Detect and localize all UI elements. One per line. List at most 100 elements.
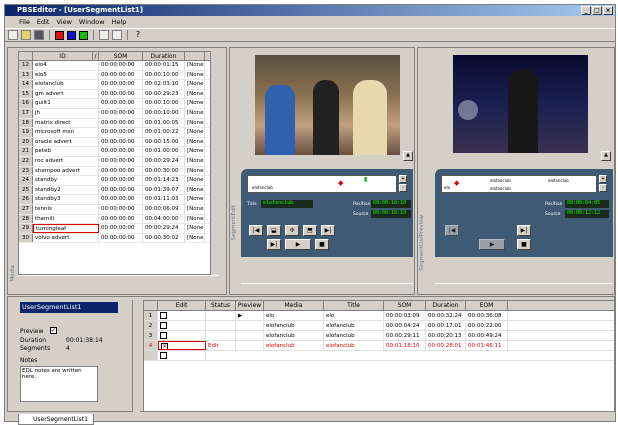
preview-go-start-button[interactable]: |◀: [445, 225, 459, 236]
edl-new-row[interactable]: [144, 351, 614, 361]
blue-color-button[interactable]: [67, 30, 76, 40]
eject-button[interactable]: ▲: [403, 151, 413, 161]
edl-row-edit[interactable]: [158, 321, 206, 330]
edl-row-preview[interactable]: [236, 321, 264, 330]
edl-row-edit[interactable]: [158, 311, 206, 320]
edl-row[interactable]: 2 elofanclub elofanclub 00:00:04:24 00:00:17…: [144, 321, 614, 331]
table-row[interactable]: 24 standby 00:00:00:00 00:01:14:23 [None: [19, 176, 218, 186]
edl-row-edit[interactable]: [158, 331, 206, 340]
edit-checkbox[interactable]: [160, 332, 167, 339]
menu-window[interactable]: Window: [79, 17, 105, 27]
table-row[interactable]: 28 themill 00:00:00:00 00:04:00:00 [None: [19, 214, 218, 225]
open-folder-icon[interactable]: [21, 30, 31, 40]
menu-edit[interactable]: Edit: [37, 17, 50, 27]
table-row[interactable]: 19 microsoft msn 00:00:00:00 00:01:00:22 [No…: [19, 128, 218, 138]
menu-help[interactable]: Help: [112, 17, 127, 27]
table-row[interactable]: 20 oracle advert 00:00:00:00 00:00:15:00 [No…: [19, 137, 218, 148]
edl-row[interactable]: 4 ✕ Edit elofanclub elofanclub 00:01:18:10 00:…: [144, 341, 614, 351]
table-row[interactable]: 16 guilt1 00:00:00:00 00:00:10:00 [None: [19, 99, 218, 109]
grid-view-icon[interactable]: [112, 30, 122, 40]
preview-stop-button[interactable]: ■: [517, 239, 531, 250]
edl-row-preview[interactable]: [236, 341, 264, 350]
header-duration[interactable]: Duration: [143, 52, 185, 60]
table-row[interactable]: 13 elo5 00:00:00:00 00:00:10:00 [None: [19, 70, 218, 81]
edl-row-preview[interactable]: [236, 331, 264, 340]
edl-row[interactable]: 3 elofanclub elofanclub 00:00:29:11 00:00:20…: [144, 331, 614, 341]
preview-playhead-marker[interactable]: ◆: [454, 179, 459, 187]
edl-new-row-edit[interactable]: [158, 351, 206, 360]
menu-file[interactable]: File: [19, 17, 30, 27]
segment-list-scrollbar[interactable]: [210, 51, 219, 275]
go-end-button[interactable]: ▶|: [321, 225, 335, 236]
edl-header-status[interactable]: Status: [206, 301, 236, 310]
header-som[interactable]: SOM: [99, 52, 143, 60]
preview-hscrollbar[interactable]: [435, 283, 613, 291]
table-row[interactable]: 15 gm advert 00:00:00:00 00:00:29:23 [None: [19, 89, 218, 100]
play-button[interactable]: ▶: [285, 239, 311, 250]
help-icon[interactable]: ?: [133, 30, 143, 40]
mark-in-button[interactable]: ⬓: [267, 225, 281, 236]
table-row[interactable]: 25 standby2 00:00:00:00 00:01:39:07 [None: [19, 185, 218, 196]
edit-timeline[interactable]: elofanclub ◆ ▮: [247, 175, 397, 193]
edit-hscrollbar[interactable]: [241, 283, 413, 291]
preview-eject-button[interactable]: ▲: [601, 151, 611, 161]
list-name-field[interactable]: UserSegmentList1: [20, 302, 118, 313]
edl-header-preview[interactable]: Preview: [236, 301, 264, 310]
table-row[interactable]: 30 volvo advert 00:00:00:00 00:00:30:02 [Non…: [19, 233, 218, 244]
new-file-icon[interactable]: [8, 30, 18, 40]
preview-timeline[interactable]: elo ◆ elofanclub elofanclub elofanclub: [441, 175, 597, 193]
red-color-button[interactable]: [55, 30, 64, 40]
table-row[interactable]: 22 roc advert 00:00:00:00 00:00:29:24 [None: [19, 156, 218, 167]
edit-checkbox[interactable]: ✕: [161, 343, 168, 349]
stop-button[interactable]: ■: [315, 239, 329, 250]
preview-step-button[interactable]: ▶|: [517, 225, 531, 236]
timeline-zoom-out[interactable]: -: [399, 184, 407, 192]
save-icon[interactable]: [34, 30, 44, 40]
edl-row[interactable]: 1 ▶ elo elo 00:00:03:09 00:00:32:24 00:00:36:0…: [144, 311, 614, 321]
header-id[interactable]: ID: [33, 52, 93, 60]
edl-header-media[interactable]: Media: [264, 301, 324, 310]
tab-user-segment-list[interactable]: UserSegmentList1: [18, 414, 94, 425]
timeline-zoom-in[interactable]: +: [399, 175, 407, 183]
preview-zoom-out[interactable]: -: [599, 184, 607, 192]
edl-row-preview[interactable]: ▶: [236, 311, 264, 320]
table-row[interactable]: 29 turningleaf 00:00:00:00 00:00:29:24 [None: [19, 224, 218, 234]
edit-playhead-marker[interactable]: ◆: [338, 179, 343, 187]
go-start-button[interactable]: |◀: [249, 225, 263, 236]
preview-play-button[interactable]: ▶: [479, 239, 505, 250]
table-row[interactable]: 12 elo4 00:00:00:00 00:00:01:15 [None: [19, 61, 218, 71]
table-row[interactable]: 21 peteb 00:00:00:00 00:01:00:00 [None: [19, 147, 218, 157]
edl-header-title[interactable]: Title: [324, 301, 384, 310]
edl-header-som[interactable]: SOM: [384, 301, 426, 310]
table-row[interactable]: 27 tennis 00:00:00:00 00:00:06:09 [None: [19, 204, 218, 215]
header-extra[interactable]: [185, 52, 205, 60]
green-color-button[interactable]: [79, 30, 88, 40]
preview-checkbox[interactable]: ✓: [50, 327, 57, 334]
title-field[interactable]: elofanclub: [261, 200, 313, 208]
split-button[interactable]: ✣: [285, 225, 299, 236]
list-view-icon[interactable]: [99, 30, 109, 40]
edit-checkbox[interactable]: [160, 322, 167, 329]
step-forward-button[interactable]: ▶|: [267, 239, 281, 250]
edl-row-edit[interactable]: ✕: [158, 341, 206, 350]
table-row[interactable]: 14 elofanclub 00:00:00:00 00:02:03:10 [None: [19, 80, 218, 90]
properties-scrollbar[interactable]: [132, 300, 140, 412]
edit-checkbox[interactable]: [160, 352, 167, 359]
edl-header-duration[interactable]: Duration: [426, 301, 466, 310]
table-row[interactable]: 17 jh 00:00:00:00 00:00:10:00 [None: [19, 108, 218, 119]
header-num[interactable]: [19, 52, 33, 60]
segment-list-hscrollbar[interactable]: [18, 275, 219, 283]
table-row[interactable]: 26 standby3 00:00:00:00 00:01:11:03 [None: [19, 195, 218, 205]
notes-textarea[interactable]: EDL notes are written here.: [20, 366, 98, 402]
edl-header-eom[interactable]: EOM: [466, 301, 508, 310]
edit-checkbox[interactable]: [160, 312, 167, 319]
close-button[interactable]: ×: [603, 6, 613, 15]
edl-header-edit[interactable]: Edit: [158, 301, 206, 310]
preview-zoom-in[interactable]: +: [599, 175, 607, 183]
minimize-button[interactable]: _: [581, 6, 591, 15]
mark-out-button[interactable]: ⬒: [303, 225, 317, 236]
table-row[interactable]: 18 matrix direct 00:00:00:00 00:01:00:05 [No…: [19, 118, 218, 129]
edit-green-marker[interactable]: ▮: [364, 176, 367, 183]
menu-view[interactable]: View: [56, 17, 71, 27]
edl-header-num[interactable]: [144, 301, 158, 310]
